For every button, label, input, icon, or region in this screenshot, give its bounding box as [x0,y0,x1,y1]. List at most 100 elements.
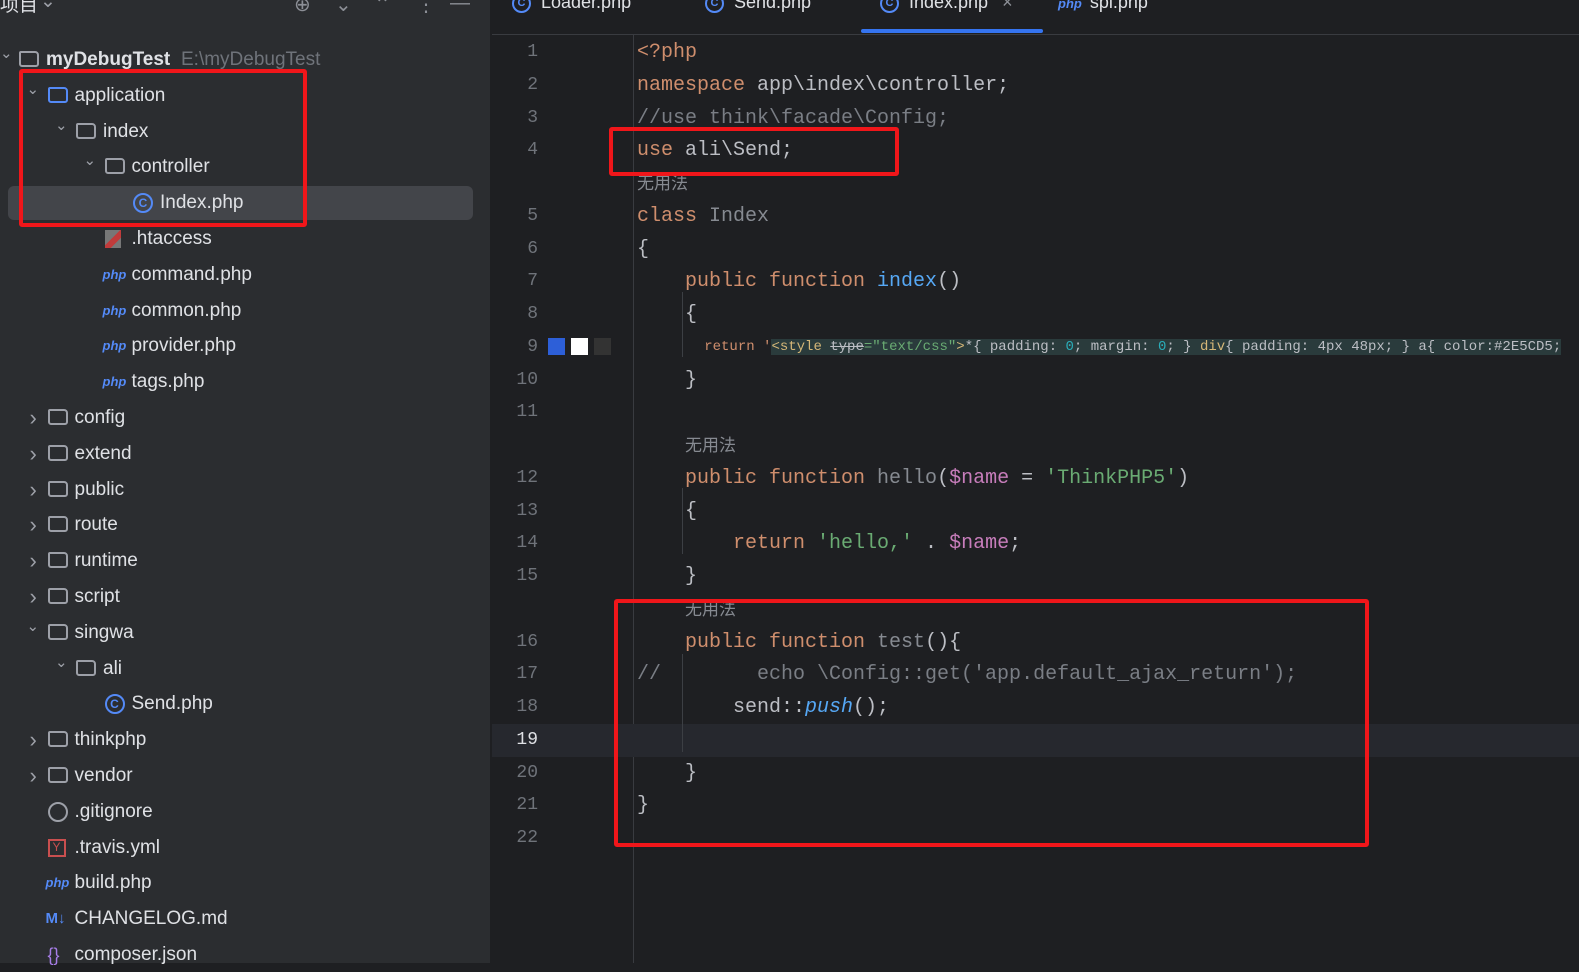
color-swatch-white-icon[interactable] [571,337,588,355]
folder-icon [19,51,39,67]
sidebar-title[interactable]: 项目 [0,0,38,17]
color-swatch-blue-icon[interactable] [548,337,565,355]
tree-item[interactable]: › extend [0,437,491,471]
chevron-right-icon[interactable]: › [30,508,37,542]
line-number[interactable]: 15 [492,560,538,593]
tree-item[interactable]: .gitignore [0,795,491,829]
tree-item-label: .htaccess [131,228,212,249]
php-icon: php [45,875,70,891]
code-text: class Index [637,200,769,233]
line-number[interactable]: 17 [492,658,538,691]
code-token: } [637,368,698,392]
line-number[interactable]: 11 [492,396,538,429]
tree-item[interactable]: › script [0,580,491,614]
code-token: $name [949,532,1010,556]
tree-item[interactable]: php common.php [0,294,491,328]
line-number[interactable]: 3 [492,102,538,135]
code-line: 15 } [492,560,1579,593]
chevron-right-icon[interactable]: › [30,759,37,793]
tab-label: Loader.php [541,0,632,12]
code-token: { [637,237,650,261]
line-number[interactable]: 18 [492,691,538,724]
tree-item[interactable]: C Send.php [0,687,491,721]
code-token: { [637,499,698,523]
tree-item[interactable]: php provider.php [0,329,491,363]
code-token: . [913,532,950,556]
chevron-down-icon[interactable]: ⌄ [0,37,13,71]
line-number[interactable]: 16 [492,626,538,659]
line-number[interactable]: 4 [492,134,538,167]
chevron-right-icon[interactable]: › [30,437,37,471]
line-number[interactable]: 9 [492,331,538,364]
folder-icon [47,767,68,783]
line-number[interactable]: 12 [492,462,538,495]
line-number[interactable]: 7 [492,265,538,298]
line-number[interactable]: 10 [492,364,538,397]
line-number[interactable]: 22 [492,822,538,855]
tree-item-label: command.php [131,263,252,285]
collapse-all-icon[interactable]: ⌃ [374,0,391,17]
more-options-icon[interactable]: ⋮ [416,0,436,17]
line-number[interactable]: 14 [492,527,538,560]
class-icon: C [880,0,899,13]
chevron-right-icon[interactable]: › [30,401,37,435]
tree-item[interactable]: › route [0,508,491,542]
line-number[interactable]: 19 [492,724,538,757]
chevron-right-icon[interactable]: › [30,723,37,757]
code-line: 9 return '<style type="text/css">*{ padd… [492,331,1579,364]
php-icon: php [102,374,127,390]
active-tab-indicator [861,29,1043,33]
chevron-down-icon[interactable]: ⌄ [27,610,40,644]
line-number[interactable]: 8 [492,298,538,331]
tree-item-label: route [74,514,118,536]
line-number[interactable]: 1 [492,36,538,69]
code-text: public function hello($name = 'ThinkPHP5… [637,462,1189,495]
line-number[interactable]: 20 [492,757,538,790]
tree-item-label: vendor [74,765,133,786]
tab-index-php[interactable]: C Index.php × [880,0,1013,13]
tree-item[interactable]: ⌄ ali [0,652,491,686]
chevron-right-icon[interactable]: › [30,473,37,507]
code-text: { [637,233,649,266]
code-token: { [637,303,698,326]
tab-loader-php[interactable]: C Loader.php [512,0,631,13]
tab-spl-php[interactable]: php spl.php [1058,0,1148,13]
code-line: 14 return 'hello,' . $name; [492,527,1579,560]
tree-item[interactable]: › runtime [0,544,491,578]
close-tab-icon[interactable]: × [1002,0,1013,12]
chevron-down-icon[interactable]: ⌄ [55,646,68,680]
tree-item-label: composer.json [74,944,198,965]
tree-item[interactable]: › vendor [0,759,491,793]
tree-item[interactable]: Y .travis.yml [0,831,491,865]
code-line: 8 { [492,298,1579,331]
tree-item[interactable]: › public [0,473,491,507]
tree-item[interactable]: php build.php [0,866,491,900]
line-number[interactable]: 2 [492,69,538,102]
color-swatch-dark-icon[interactable] [594,337,611,355]
code-token: $name [949,466,1010,490]
line-number[interactable]: 21 [492,789,538,822]
minimize-icon[interactable]: — [450,0,470,15]
line-number[interactable]: 13 [492,495,538,528]
line-number[interactable]: 6 [492,233,538,266]
locate-icon[interactable]: ⊕ [294,0,311,17]
tree-item[interactable]: {} composer.json [0,938,491,972]
tree-item[interactable]: .htaccess [0,222,491,256]
line-number[interactable]: 5 [492,200,538,233]
tree-item[interactable]: M↓ CHANGELOG.md [0,902,491,936]
tree-item[interactable]: › thinkphp [0,723,491,757]
tree-item[interactable]: php tags.php [0,365,491,399]
chevron-down-icon[interactable]: ⌄ [40,0,56,13]
tab-send-php[interactable]: C Send.php [705,0,811,13]
expand-all-icon[interactable]: ⌄ [335,0,352,17]
chevron-right-icon[interactable]: › [30,544,37,578]
tree-item-label: provider.php [131,335,237,357]
tree-item[interactable]: ⌄ singwa [0,616,491,650]
code-line: 12 public function hello($name = 'ThinkP… [492,462,1579,495]
tree-item[interactable]: › config [0,401,491,435]
code-line: 13 { [492,495,1579,528]
code-token: 'ThinkPHP5' [1045,466,1178,490]
code-text: <?php [637,36,697,69]
tree-item[interactable]: php command.php [0,258,491,292]
tree-item-label: tags.php [131,371,205,393]
